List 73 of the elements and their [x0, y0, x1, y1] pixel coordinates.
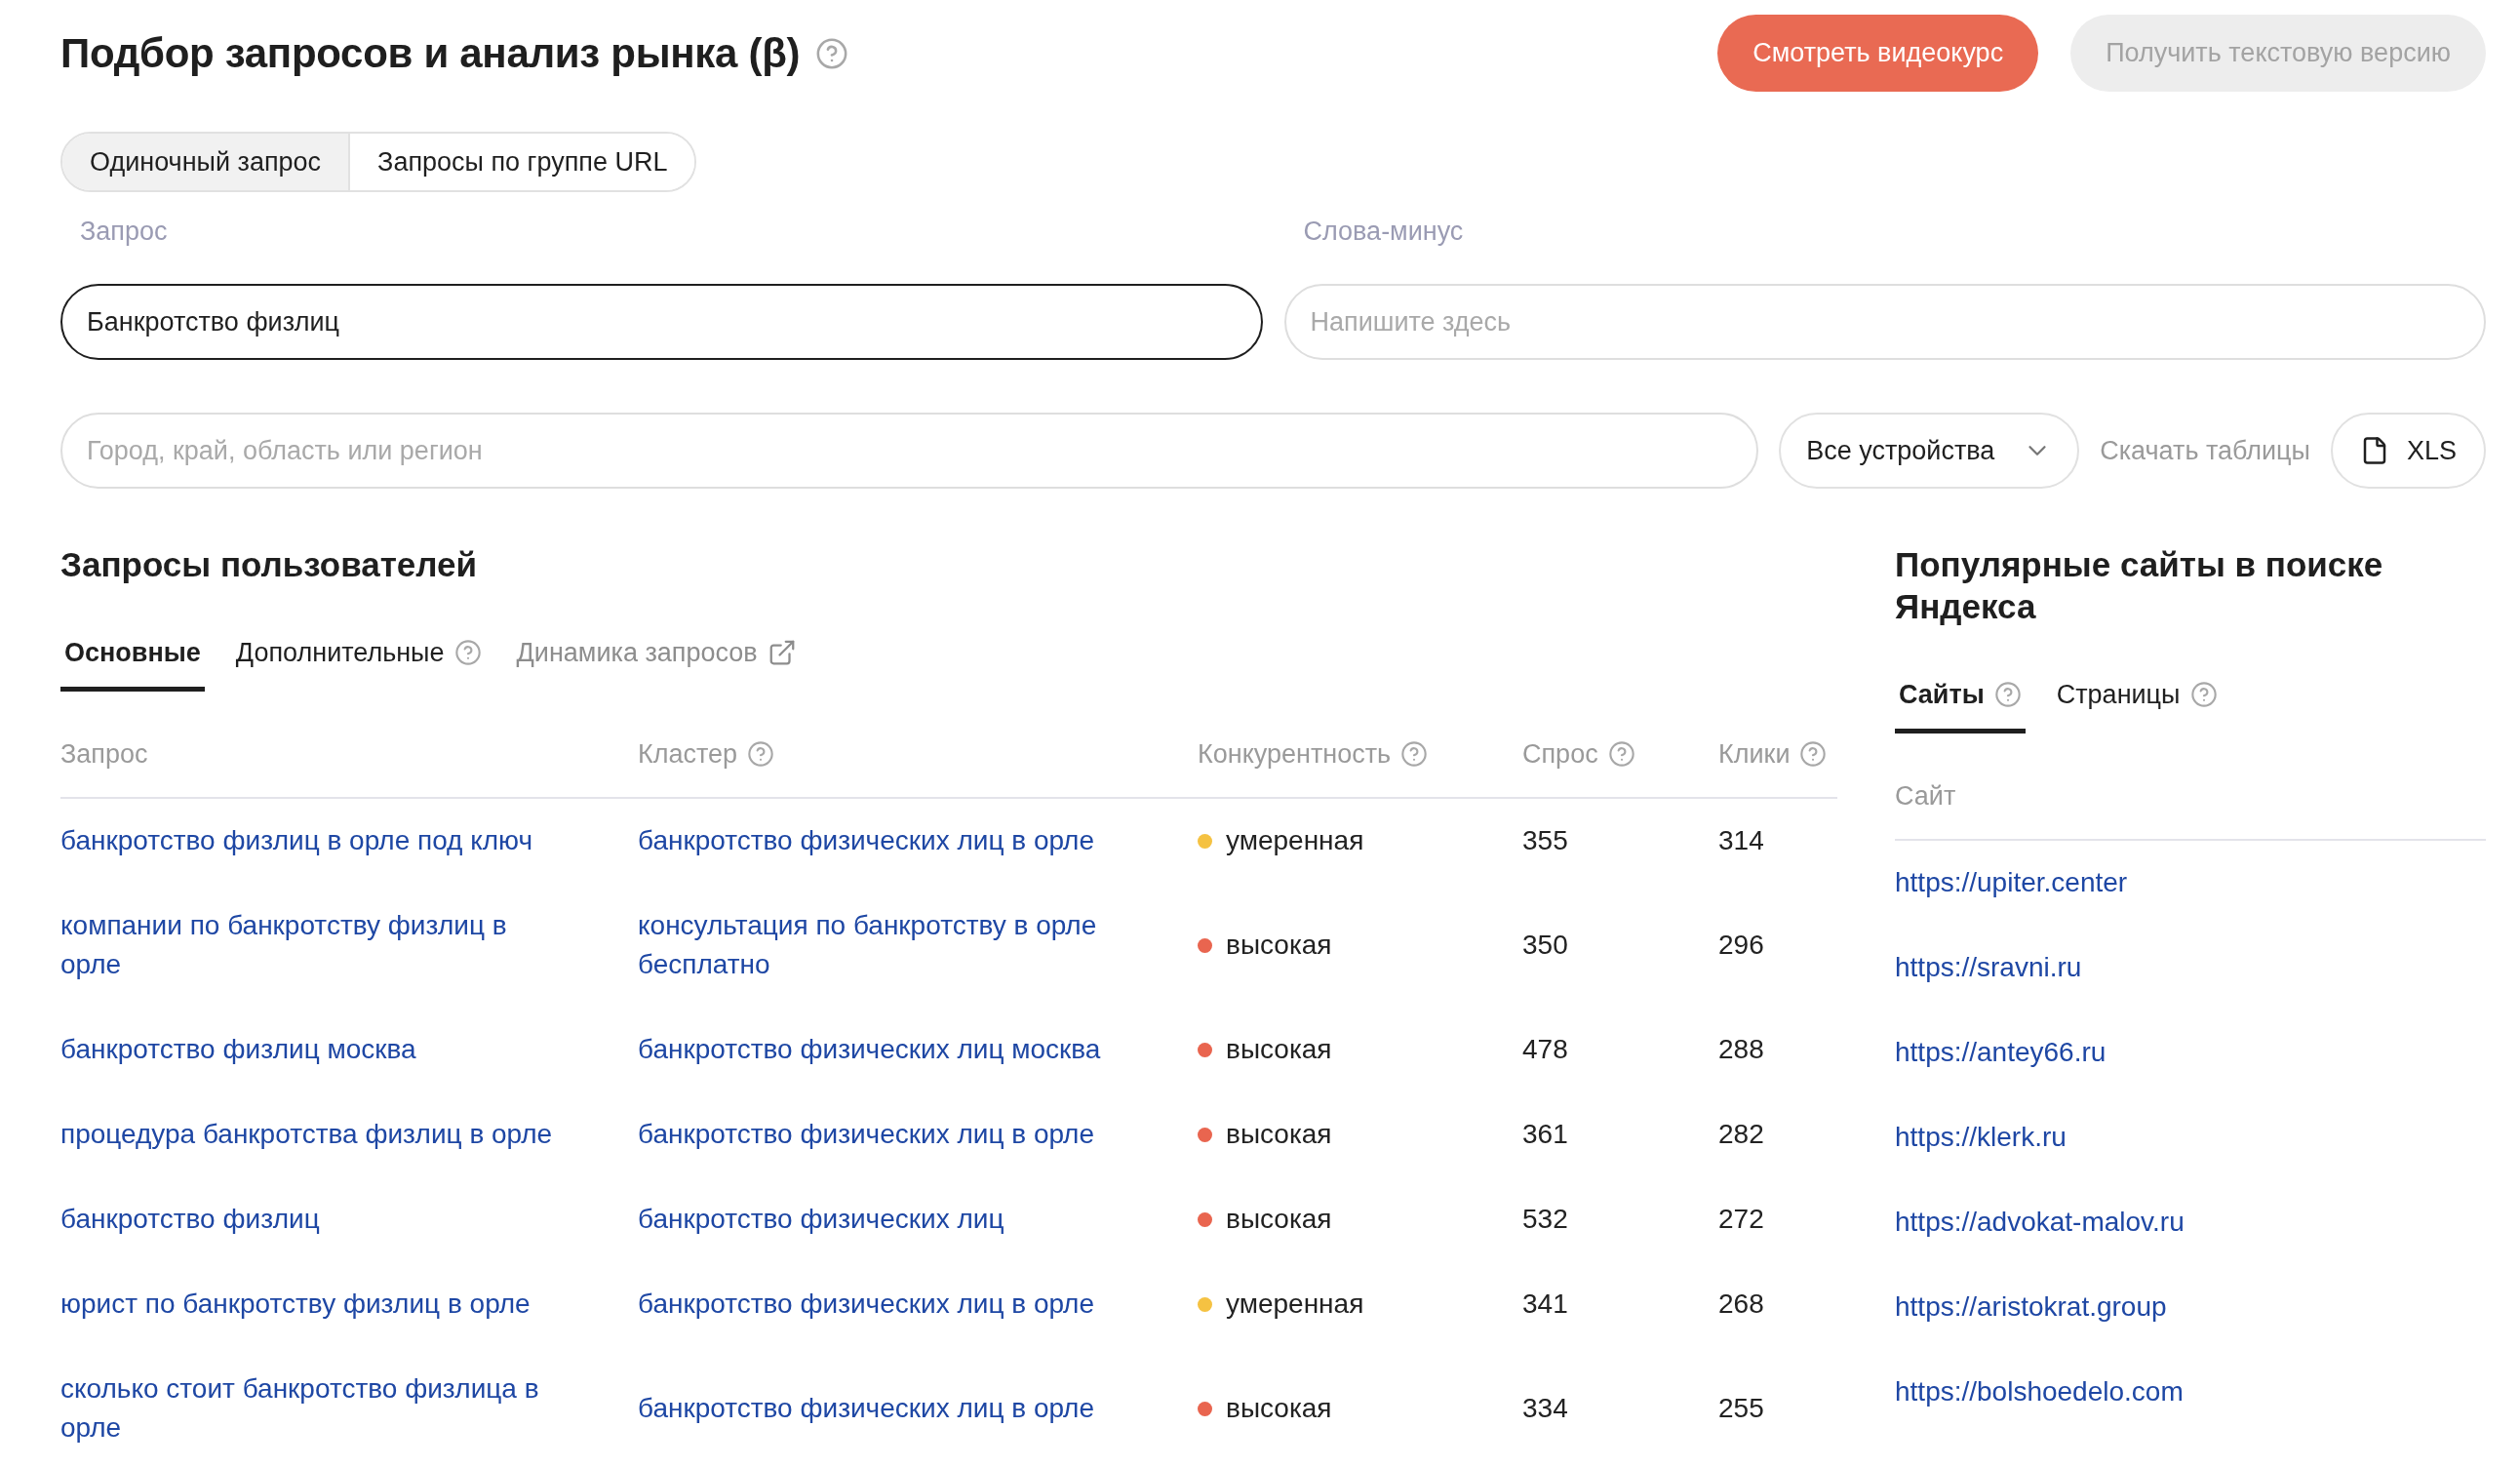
input-field[interactable]: Напишите здесь: [1283, 284, 2486, 360]
tab[interactable]: Страницы: [2052, 677, 2222, 734]
cluster-link[interactable]: банкротство физических лиц в орле: [638, 1115, 1094, 1154]
help-icon[interactable]: [815, 36, 849, 70]
competition-level: высокая: [1226, 1118, 1332, 1151]
help-icon[interactable]: [453, 639, 482, 666]
help-icon[interactable]: [1607, 740, 1635, 768]
column-header: Конкурентность: [1198, 738, 1392, 771]
site-link[interactable]: https://sravni.ru: [1895, 948, 2082, 987]
input-field[interactable]: Банкротство физлиц: [60, 284, 1263, 360]
column-header: Запрос: [60, 738, 148, 771]
site-link[interactable]: https://antey66.ru: [1895, 1033, 2107, 1072]
competition-level: умеренная: [1226, 1288, 1364, 1321]
query-link[interactable]: юрист по банкротству физлиц в орле: [60, 1285, 531, 1324]
mode-segment[interactable]: Одиночный запрос: [62, 134, 349, 190]
demand-value: 532: [1522, 1203, 1568, 1236]
site-link[interactable]: https://aristokrat.group: [1895, 1288, 2167, 1327]
site-link[interactable]: https://advokat-malov.ru: [1895, 1203, 2185, 1242]
xls-button[interactable]: XLS: [2331, 413, 2486, 489]
cluster-link[interactable]: банкротство физических лиц в орле: [638, 1285, 1094, 1324]
cluster-link[interactable]: банкротство физических лиц в орле: [638, 1389, 1094, 1428]
section-title: Популярные сайты в поиске Яндекса: [1895, 544, 2384, 627]
section-title: Запросы пользователей: [60, 544, 478, 585]
column-header: Спрос: [1522, 738, 1598, 771]
field-label: Запрос: [79, 216, 168, 248]
demand-value: 341: [1522, 1288, 1568, 1321]
query-link[interactable]: процедура банкротства физлиц в орле: [60, 1115, 553, 1154]
tab[interactable]: Основные: [60, 635, 205, 692]
region-field[interactable]: Город, край, область или регион: [60, 413, 1759, 489]
clicks-value: 288: [1718, 1033, 1764, 1066]
site-link[interactable]: https://upiter.center: [1895, 863, 2128, 902]
device-dropdown[interactable]: Все устройства: [1779, 413, 2080, 489]
site-link[interactable]: https://klerk.ru: [1895, 1118, 2067, 1157]
cluster-link[interactable]: банкротство физических лиц в орле: [638, 821, 1094, 860]
competition-level: высокая: [1226, 929, 1332, 962]
column-header: Сайт: [1895, 780, 1956, 813]
mode-segment[interactable]: Запросы по группе URL: [348, 134, 695, 190]
cluster-link[interactable]: банкротство физических лиц: [638, 1200, 1004, 1239]
download-label: Скачать таблицы: [2100, 435, 2310, 466]
cluster-link[interactable]: банкротство физических лиц москва: [638, 1030, 1101, 1069]
query-link[interactable]: банкротство физлиц москва: [60, 1030, 416, 1069]
competition-level: высокая: [1226, 1392, 1332, 1425]
help-icon[interactable]: [1993, 681, 2022, 708]
page-title: Подбор запросов и анализ рынка (β): [60, 28, 801, 78]
help-icon[interactable]: [1799, 740, 1828, 768]
column-header: Кластер: [638, 738, 738, 771]
competition-level: высокая: [1226, 1203, 1332, 1236]
column-header: Клики: [1718, 738, 1791, 771]
tab[interactable]: Дополнительные: [231, 635, 486, 692]
clicks-value: 255: [1718, 1392, 1764, 1425]
help-icon[interactable]: [747, 740, 775, 768]
cluster-link[interactable]: консультация по банкротству в орле бесплатно: [638, 906, 1157, 984]
competition-level: высокая: [1226, 1033, 1332, 1066]
demand-value: 334: [1522, 1392, 1568, 1425]
query-link[interactable]: банкротство физлиц: [60, 1200, 320, 1239]
query-link[interactable]: банкротство физлиц в орле под ключ: [60, 821, 533, 860]
query-link[interactable]: сколько стоит банкротство физлица в орле: [60, 1369, 566, 1447]
demand-value: 361: [1522, 1118, 1568, 1151]
help-icon[interactable]: [1400, 740, 1429, 768]
site-link[interactable]: https://bolshoedelo.com: [1895, 1372, 2184, 1411]
field-label: Слова-минус: [1302, 216, 1464, 248]
demand-value: 478: [1522, 1033, 1568, 1066]
clicks-value: 314: [1718, 824, 1764, 857]
clicks-value: 272: [1718, 1203, 1764, 1236]
tab[interactable]: Сайты: [1895, 677, 2026, 734]
clicks-value: 268: [1718, 1288, 1764, 1321]
query-link[interactable]: компании по банкротству физлиц в орле: [60, 906, 566, 984]
competition-level: умеренная: [1226, 824, 1364, 857]
clicks-value: 296: [1718, 929, 1764, 962]
demand-value: 355: [1522, 824, 1568, 857]
demand-value: 350: [1522, 929, 1568, 962]
help-icon[interactable]: [2189, 681, 2218, 708]
clicks-value: 282: [1718, 1118, 1764, 1151]
